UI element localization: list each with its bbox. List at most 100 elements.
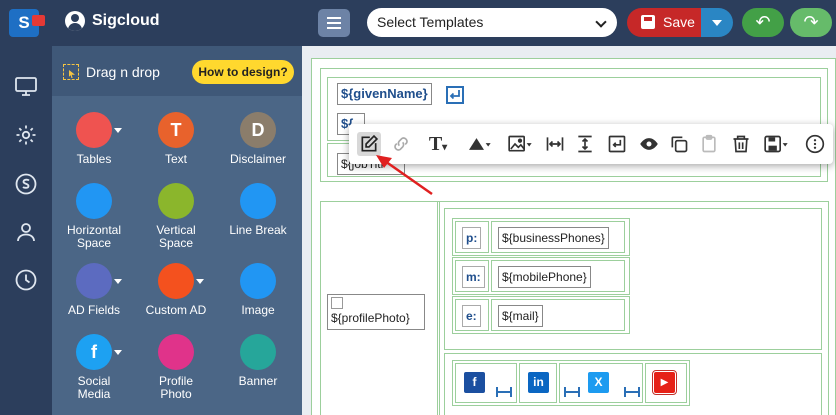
icon-rail: S <box>0 0 52 415</box>
save-element-dropdown[interactable] <box>759 132 793 156</box>
phone-label-cell: p: <box>455 221 489 253</box>
phone-label-cell: e: <box>455 299 489 331</box>
tool-label: Banner <box>238 374 278 388</box>
preview-button[interactable] <box>637 132 661 156</box>
settings-icon[interactable] <box>14 123 38 147</box>
x-twitter-icon[interactable]: X <box>588 372 609 393</box>
tool-label: Custom AD <box>145 303 207 317</box>
tool-label-line2: Media <box>77 387 111 401</box>
image-dropdown[interactable] <box>503 132 537 156</box>
tool-vertical-space[interactable]: Vertical Space <box>136 183 216 250</box>
social-cell: ▶ <box>645 363 687 403</box>
app-name: Sigcloud <box>92 12 160 29</box>
line-break-icon[interactable] <box>446 86 464 104</box>
tool-banner[interactable]: Banner <box>218 334 298 388</box>
redo-icon: ↷ <box>803 12 819 32</box>
how-to-design-button[interactable]: How to design? <box>192 60 294 84</box>
duplicate-button[interactable] <box>667 132 691 156</box>
phone-row: p: ${businessPhones} <box>452 218 630 256</box>
font-color-dropdown[interactable] <box>461 132 497 156</box>
profile-photo-field[interactable]: ${profilePhoto} <box>327 294 425 330</box>
horizontal-spacer-icon[interactable] <box>624 386 640 398</box>
tool-label: Disclaimer <box>229 152 286 166</box>
tool-label: Image <box>241 303 275 317</box>
tool-icon: f <box>76 334 112 370</box>
user-icon[interactable] <box>14 220 38 244</box>
tool-social-media[interactable]: f Social Media <box>54 334 134 401</box>
history-icon[interactable] <box>14 268 38 292</box>
app-logo-icon[interactable]: S <box>9 9 45 37</box>
facebook-icon[interactable]: f <box>464 372 485 393</box>
social-cell: f <box>455 363 517 403</box>
avatar-icon[interactable] <box>65 11 85 31</box>
save-button[interactable]: Save <box>627 8 701 37</box>
tool-icon <box>158 334 194 370</box>
paste-button[interactable] <box>697 132 721 156</box>
tool-icon <box>76 183 112 219</box>
phone-label[interactable]: e: <box>462 305 481 327</box>
social-row: f in X ▶ <box>452 360 690 406</box>
tool-image[interactable]: Image <box>218 263 298 317</box>
tool-label: Line Break <box>229 223 287 237</box>
youtube-icon[interactable]: ▶ <box>652 370 677 395</box>
horizontal-spacer-icon[interactable] <box>564 386 580 398</box>
drag-n-drop-header: Drag n drop How to design? <box>52 46 302 96</box>
tool-caret-icon[interactable] <box>114 279 122 284</box>
tool-tables[interactable]: Tables <box>54 112 134 166</box>
lock-icon <box>32 15 45 26</box>
save-disk-icon <box>641 15 655 29</box>
tool-icon: D <box>240 112 276 148</box>
tool-icon <box>76 112 112 148</box>
tool-custom-ad[interactable]: Custom AD <box>136 263 216 317</box>
broken-image-icon <box>331 297 343 309</box>
phone-value-cell: ${businessPhones} <box>491 221 625 253</box>
tool-profile-photo[interactable]: Profile Photo <box>136 334 216 401</box>
chevron-down-icon <box>595 16 607 28</box>
undo-button[interactable]: ↶ <box>742 8 784 37</box>
select-templates-dropdown[interactable]: Select Templates <box>367 8 617 37</box>
tool-label-line2: Photo <box>160 387 192 401</box>
tool-text[interactable]: T Text <box>136 112 216 166</box>
phone-label-cell: m: <box>455 260 489 292</box>
social-cell: X <box>559 363 643 403</box>
tool-caret-icon[interactable] <box>196 279 204 284</box>
delete-button[interactable] <box>729 132 753 156</box>
tool-icon <box>76 263 112 299</box>
tool-ad-fields[interactable]: AD Fields <box>54 263 134 317</box>
given-name-field[interactable]: ${givenName} <box>337 83 432 105</box>
linkedin-icon[interactable]: in <box>528 372 549 393</box>
drag-drop-icon <box>63 64 79 80</box>
tool-icon <box>240 334 276 370</box>
tool-caret-icon[interactable] <box>114 350 122 355</box>
select-templates-label: Select Templates <box>377 14 484 30</box>
tool-label: AD Fields <box>67 303 120 317</box>
phone-row: e: ${mail} <box>452 296 630 334</box>
signature-paper: ${givenName} ${ ${jobTitl ${profilePhoto… <box>311 58 836 415</box>
tool-icon: T <box>158 112 194 148</box>
horizontal-space-button[interactable] <box>543 132 567 156</box>
tool-icon <box>158 263 194 299</box>
tool-disclaimer[interactable]: D Disclaimer <box>218 112 298 166</box>
phone-label[interactable]: p: <box>462 227 482 249</box>
tool-caret-icon[interactable] <box>114 128 122 133</box>
more-options-button[interactable] <box>803 132 827 156</box>
tool-icon <box>240 263 276 299</box>
signature-icon[interactable] <box>14 172 38 196</box>
save-label: Save <box>663 14 695 30</box>
vertical-space-button[interactable] <box>573 132 597 156</box>
phone-value-cell: ${mail} <box>491 299 625 331</box>
phone-label[interactable]: m: <box>462 266 485 288</box>
save-options-dropdown-button[interactable] <box>701 8 733 37</box>
redo-button[interactable]: ↷ <box>790 8 832 37</box>
phone-value-field[interactable]: ${mobilePhone} <box>498 266 591 288</box>
hamburger-menu-button[interactable] <box>318 9 350 37</box>
phone-row: m: ${mobilePhone} <box>452 257 630 295</box>
horizontal-spacer-icon[interactable] <box>496 386 512 398</box>
tool-label-line2: Space <box>158 236 194 250</box>
line-break-button[interactable] <box>605 132 629 156</box>
phone-value-field[interactable]: ${businessPhones} <box>498 227 609 249</box>
monitor-icon[interactable] <box>14 74 38 98</box>
phone-value-field[interactable]: ${mail} <box>498 305 543 327</box>
tool-horizontal-space[interactable]: Horizontal Space <box>54 183 134 250</box>
tool-line-break[interactable]: Line Break <box>218 183 298 237</box>
